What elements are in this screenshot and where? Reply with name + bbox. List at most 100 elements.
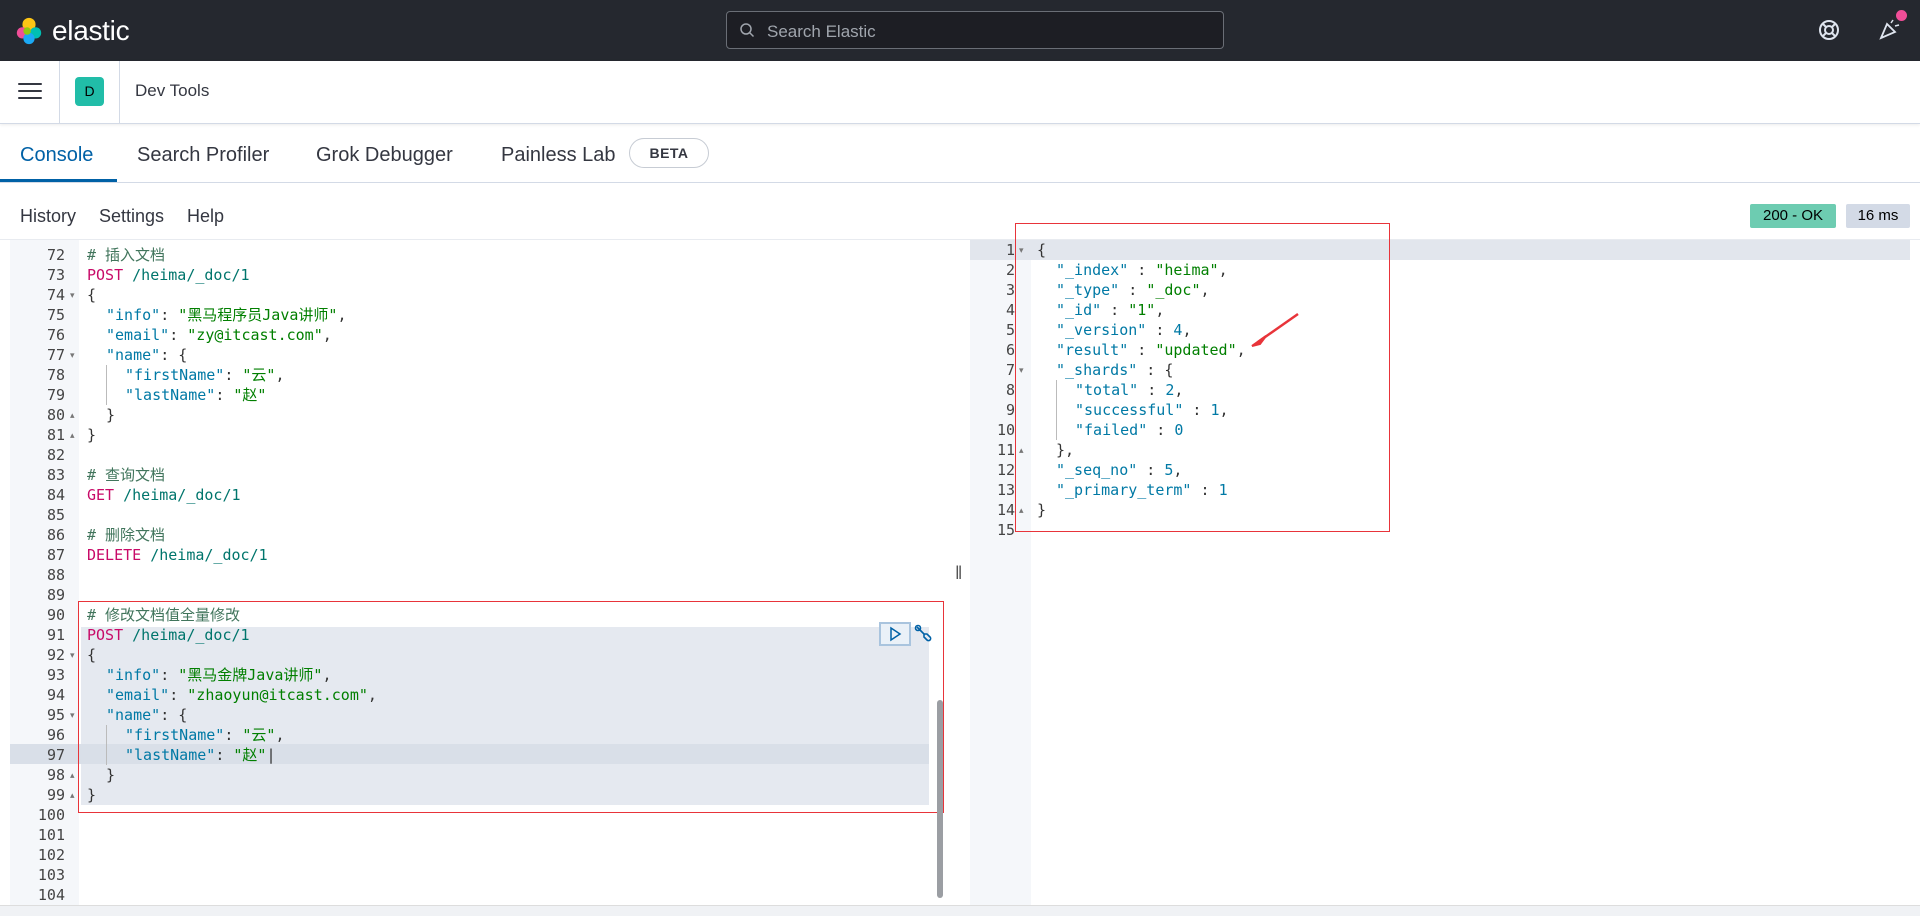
line-number: 1 bbox=[1005, 241, 1015, 259]
code-line: GET /heima/_doc/1 bbox=[87, 486, 241, 504]
line-number: 14 bbox=[996, 501, 1015, 519]
fold-caret-down-icon[interactable]: ▾ bbox=[70, 345, 78, 365]
global-header: elastic Search Elastic bbox=[0, 0, 1920, 61]
bottom-edge bbox=[0, 905, 1920, 916]
help-icon[interactable] bbox=[1818, 19, 1840, 41]
fold-caret-down-icon[interactable]: ▾ bbox=[70, 705, 78, 725]
wrench-icon[interactable] bbox=[913, 624, 933, 644]
line-number: 10 bbox=[996, 421, 1015, 439]
app-header: D Dev Tools bbox=[0, 61, 1920, 124]
code-line: "info": "黑马程序员Java讲师", bbox=[106, 306, 347, 324]
annotation-box-response bbox=[1015, 223, 1390, 532]
line-number: 100 bbox=[37, 806, 65, 824]
elastic-logo[interactable]: elastic bbox=[14, 15, 130, 47]
dev-tools-tabs: Console Search Profiler Grok Debugger Pa… bbox=[0, 124, 1920, 183]
line-number: 79 bbox=[46, 386, 65, 404]
beta-badge: BETA bbox=[629, 138, 709, 168]
line-number: 88 bbox=[46, 566, 65, 584]
line-number: 101 bbox=[37, 826, 65, 844]
line-number: 80 bbox=[46, 406, 65, 424]
line-number: 13 bbox=[996, 481, 1015, 499]
annotation-box-request bbox=[78, 601, 944, 813]
code-line: # 删除文档 bbox=[87, 526, 166, 544]
line-number: 77 bbox=[46, 346, 65, 364]
line-number: 94 bbox=[46, 686, 65, 704]
code-line: "firstName": "云", bbox=[125, 366, 285, 384]
line-number: 75 bbox=[46, 306, 65, 324]
line-number: 2 bbox=[1005, 261, 1015, 279]
code-line: } bbox=[87, 426, 97, 444]
code-line: "lastName": "赵" bbox=[125, 386, 267, 404]
fold-caret-up-icon[interactable]: ▴ bbox=[70, 785, 78, 805]
divider bbox=[119, 61, 120, 123]
line-number: 3 bbox=[1005, 281, 1015, 299]
pane-resize-handle[interactable]: ‖ bbox=[955, 563, 962, 584]
line-number: 73 bbox=[46, 266, 65, 284]
line-number: 103 bbox=[37, 866, 65, 884]
line-number: 84 bbox=[46, 486, 65, 504]
newsfeed-icon[interactable] bbox=[1878, 17, 1902, 41]
line-number: 89 bbox=[46, 586, 65, 604]
line-number: 86 bbox=[46, 526, 65, 544]
play-icon bbox=[890, 626, 902, 642]
line-number: 95 bbox=[46, 706, 65, 724]
line-number: 99 bbox=[46, 786, 65, 804]
tab-console[interactable]: Console bbox=[20, 144, 93, 167]
annotation-arrow bbox=[1251, 312, 1299, 347]
line-number: 104 bbox=[37, 886, 65, 904]
code-line: } bbox=[106, 406, 116, 424]
tab-grok-debugger[interactable]: Grok Debugger bbox=[316, 144, 453, 167]
brand-name: elastic bbox=[52, 15, 130, 46]
line-number: 15 bbox=[996, 521, 1015, 539]
line-number: 78 bbox=[46, 366, 65, 384]
code-line: # 插入文档 bbox=[87, 246, 166, 264]
fold-caret-down-icon[interactable]: ▾ bbox=[70, 285, 78, 305]
line-number: 96 bbox=[46, 726, 65, 744]
fold-caret-down-icon[interactable]: ▾ bbox=[70, 645, 78, 665]
code-line: # 查询文档 bbox=[87, 466, 166, 484]
code-line: "name": { bbox=[106, 346, 188, 364]
line-number: 7 bbox=[1005, 361, 1015, 379]
hamburger-menu-icon[interactable] bbox=[18, 83, 42, 101]
line-number: 92 bbox=[46, 646, 65, 664]
help-button[interactable]: Help bbox=[187, 206, 224, 227]
space-avatar[interactable]: D bbox=[75, 77, 104, 106]
code-line: "email": "zy@itcast.com", bbox=[106, 326, 332, 344]
settings-button[interactable]: Settings bbox=[99, 206, 164, 227]
line-number: 9 bbox=[1005, 401, 1015, 419]
breadcrumb-dev-tools: Dev Tools bbox=[135, 81, 210, 100]
line-number: 81 bbox=[46, 426, 65, 444]
fold-caret-up-icon[interactable]: ▴ bbox=[70, 765, 78, 785]
editor-scrollbar[interactable] bbox=[937, 700, 943, 898]
fold-caret-up-icon[interactable]: ▴ bbox=[70, 405, 78, 425]
global-search-input[interactable]: Search Elastic bbox=[726, 11, 1224, 49]
divider bbox=[59, 61, 60, 123]
line-number: 93 bbox=[46, 666, 65, 684]
line-number: 5 bbox=[1005, 321, 1015, 339]
search-icon bbox=[740, 23, 755, 38]
line-number: 90 bbox=[46, 606, 65, 624]
line-number: 98 bbox=[46, 766, 65, 784]
fold-caret-up-icon[interactable]: ▴ bbox=[70, 425, 78, 445]
history-button[interactable]: History bbox=[20, 206, 76, 227]
request-time-badge: 16 ms bbox=[1846, 204, 1910, 228]
indent-guide bbox=[106, 365, 107, 405]
line-number: 74 bbox=[46, 286, 65, 304]
line-number: 83 bbox=[46, 466, 65, 484]
line-number: 97 bbox=[46, 746, 65, 764]
line-number: 11 bbox=[996, 441, 1015, 459]
search-placeholder: Search Elastic bbox=[767, 22, 876, 41]
elastic-logo-icon bbox=[16, 17, 42, 45]
line-number: 102 bbox=[37, 846, 65, 864]
line-number: 12 bbox=[996, 461, 1015, 479]
notification-dot bbox=[1896, 10, 1907, 21]
code-line: POST /heima/_doc/1 bbox=[87, 266, 250, 284]
line-number: 6 bbox=[1005, 341, 1015, 359]
line-number: 85 bbox=[46, 506, 65, 524]
line-number: 8 bbox=[1005, 381, 1015, 399]
tab-search-profiler[interactable]: Search Profiler bbox=[137, 144, 269, 167]
send-request-button[interactable] bbox=[879, 622, 911, 646]
tab-painless-lab[interactable]: Painless Lab bbox=[501, 144, 616, 167]
line-number: 4 bbox=[1005, 301, 1015, 319]
code-line: { bbox=[87, 286, 97, 304]
